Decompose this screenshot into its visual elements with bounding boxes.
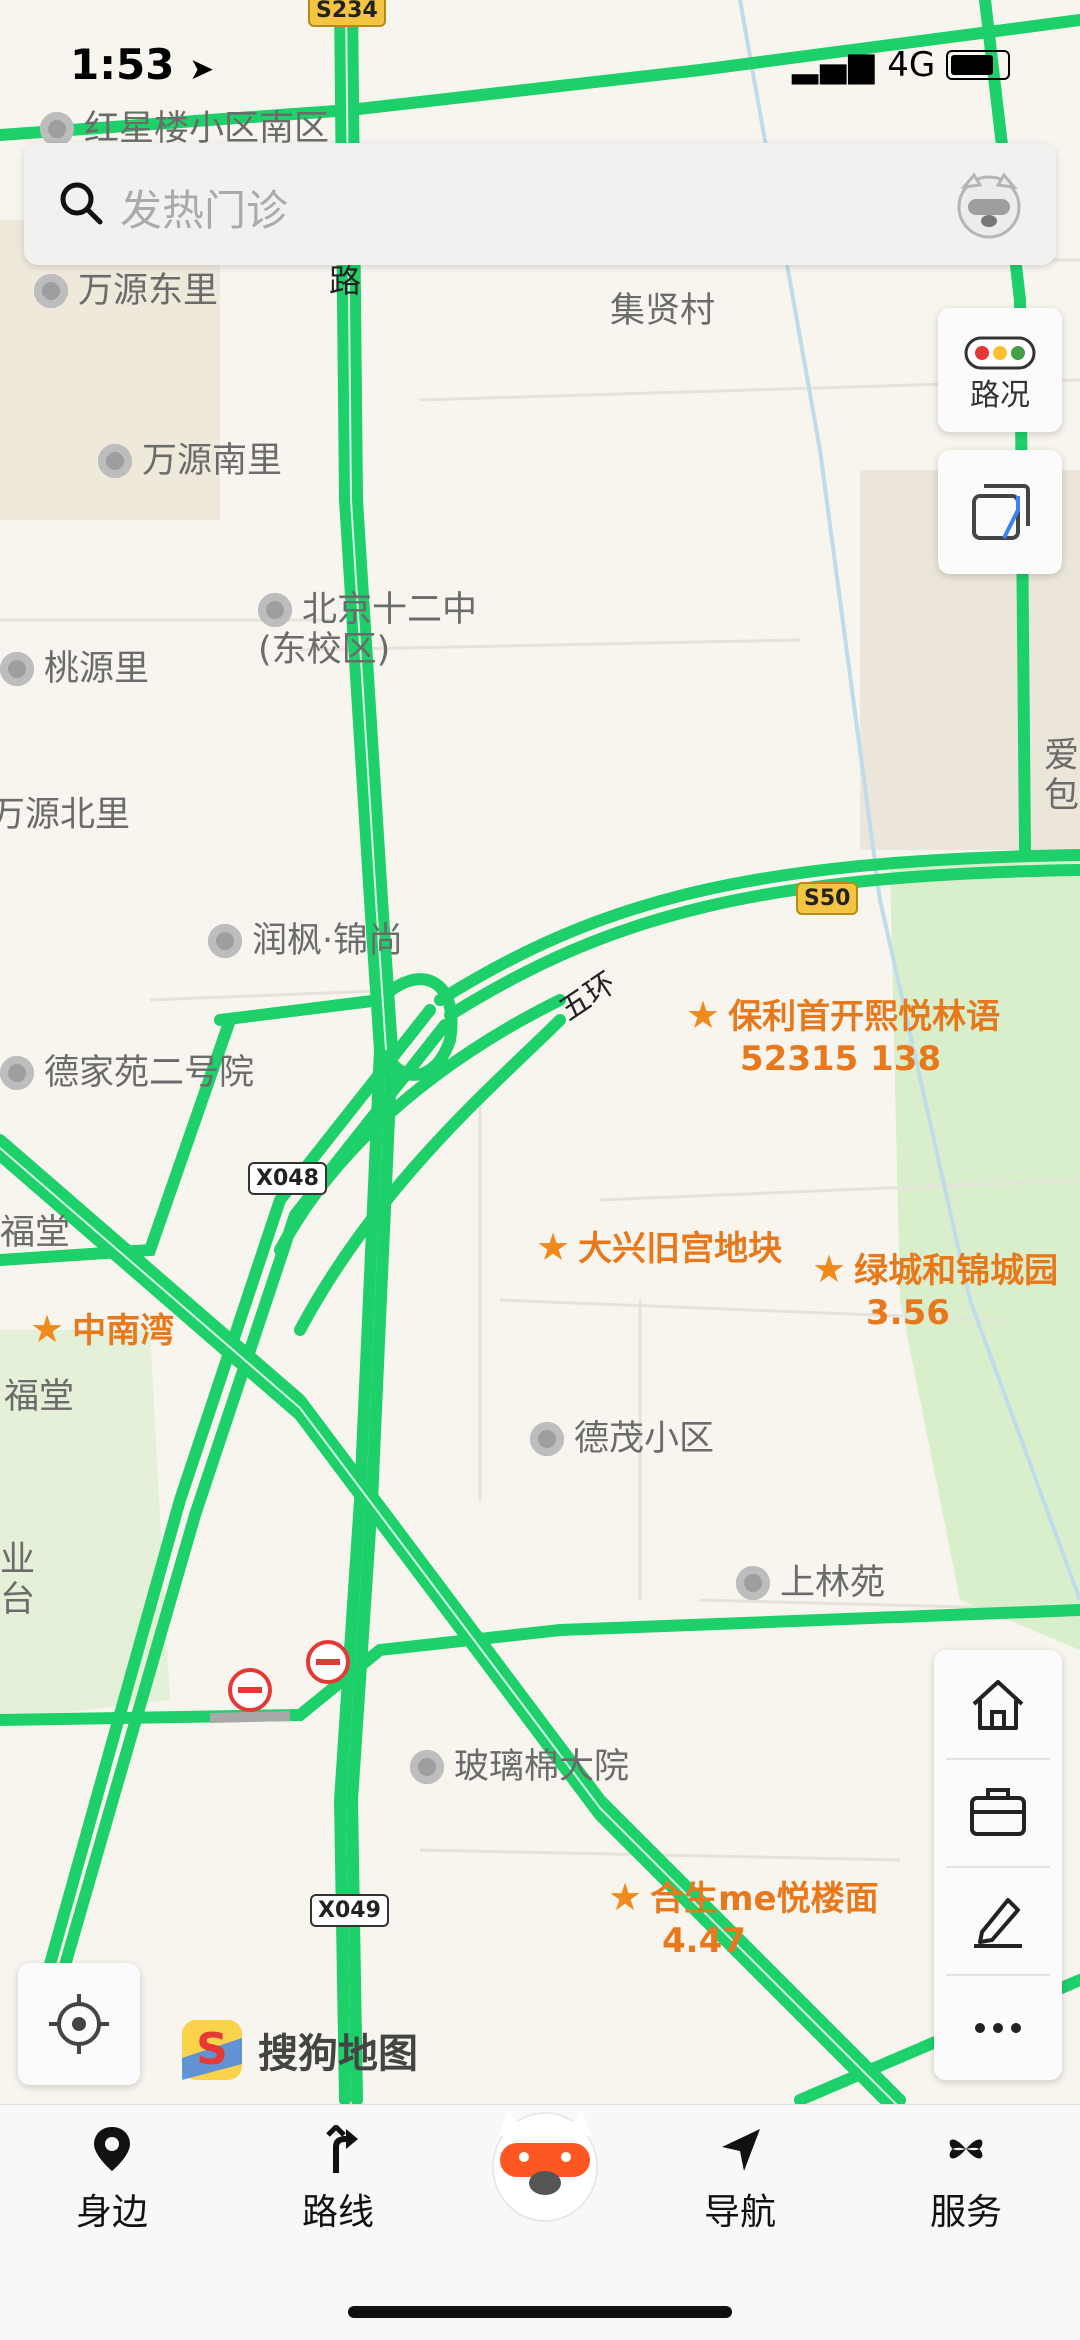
tab-label: 服务 [929,2192,1002,2233]
star-icon: ★ [812,1247,847,1291]
quick-tools-panel [934,1650,1062,2080]
center-mascot-button[interactable] [490,2097,600,2227]
road-closure-icon[interactable] [306,1640,350,1684]
poi-baoli[interactable]: ★ 保利首开熙悦林语 52315 138 [686,994,1000,1080]
navigate-icon [722,2129,760,2171]
poi-sub: 4.47 [662,1921,746,1961]
map-label-ye: 业 台 [0,1540,36,1620]
tab-label: 导航 [703,2192,776,2233]
star-icon: ★ [30,1307,65,1351]
status-bar: 1:53 ➤ ▂▄▆ 4G [0,0,1080,130]
battery-icon [946,50,1010,80]
svg-text:S: S [196,2024,228,2075]
map-label-runfeng[interactable]: 润枫·锦尚 [208,912,403,963]
tab-route[interactable]: 路线 [258,2123,418,2235]
poi-zhongnanwan[interactable]: ★ 中南湾 [30,1308,174,1352]
poi-name: 合生me悦楼面 [650,1879,879,1919]
star-icon: ★ [608,1875,643,1919]
edit-button[interactable] [934,1866,1062,1974]
brand-name: 搜狗地图 [258,2031,418,2077]
poi-name: 绿城和锦城园 [854,1251,1059,1291]
star-icon: ★ [686,993,721,1037]
company-button[interactable] [934,1758,1062,1866]
signal-icon: ▂▄▆ [791,45,877,85]
map-label-futang-2: 福堂 [4,1377,75,1417]
traffic-button[interactable]: 路况 [938,308,1062,432]
locate-button[interactable] [18,1963,140,2085]
poi-name: 保利首开熙悦林语 [728,997,1001,1037]
brand-logo: S 搜狗地图 [180,2018,418,2082]
location-arrow-icon: ➤ [189,52,215,87]
map-label-wanyuan-nanli[interactable]: 万源南里 [98,432,282,483]
search-icon [60,182,103,225]
map-label-ai: 爱 包 [1044,736,1080,816]
sogou-map-logo-icon: S [182,2020,242,2080]
services-icon [949,2139,983,2159]
map-label-shanglinyuan[interactable]: 上林苑 [736,1554,885,1605]
edit-icon [974,1898,1022,1948]
search-placeholder: 发热门诊 [120,186,289,235]
traffic-label: 路况 [970,378,1030,413]
more-icon [975,2023,1021,2033]
poi-daxing-jiugong[interactable]: ★ 大兴旧宫地块 [536,1226,782,1270]
poi-name: 大兴旧宫地块 [578,1229,783,1269]
pin-icon [94,2127,130,2171]
mascot-icon [492,2111,598,2222]
map-label-dejiayuan[interactable]: 德家苑二号院 [0,1044,254,1095]
poi-sub: 52315 138 [740,1039,942,1079]
road-shield-x048: X048 [248,1162,327,1195]
tab-navigation[interactable]: 导航 [660,2125,820,2235]
layers-icon [972,484,1030,540]
map-label-demao[interactable]: 德茂小区 [530,1410,714,1461]
home-indicator [348,2306,732,2318]
poi-hesheng[interactable]: ★ 合生me悦楼面 4.47 [608,1876,879,1962]
bottom-tab-bar: 身边 路线 导航 服务 [0,2104,1080,2340]
map-label-beijing-12[interactable]: 北京十二中 (东校区) [258,590,477,670]
poi-lvcheng[interactable]: ★ 绿城和锦城园 3.56 [812,1248,1058,1334]
tab-services[interactable]: 服务 [886,2125,1046,2235]
map-label-boliman[interactable]: 玻璃棉大院 [410,1738,629,1789]
search-bar[interactable]: 发热门诊 [24,143,1056,265]
road-shield-x049: X049 [310,1894,389,1927]
map-label-wanyuan-beili: 万源北里 [0,795,131,835]
tab-label: 路线 [301,2192,374,2233]
road-shield-s50: S50 [796,882,859,915]
status-network: ▂▄▆ 4G [792,45,1010,85]
tab-label: 身边 [75,2192,148,2233]
road-closure-icon[interactable] [228,1668,272,1712]
more-button[interactable] [934,1974,1062,2082]
traffic-light-icon [964,336,1036,370]
layers-button[interactable] [938,450,1062,574]
map-label-taoyuanli[interactable]: 桃源里 [0,640,149,691]
poi-name: 中南湾 [72,1311,175,1351]
map-canvas[interactable] [0,0,1080,2339]
tab-nearby[interactable]: 身边 [32,2125,192,2235]
map-label-futang-1: 福堂 [0,1213,71,1253]
map-label-wanyuan-dongli[interactable]: 万源东里 [34,262,218,313]
status-time: 1:53 ➤ [70,40,215,89]
route-icon [326,2123,358,2173]
home-button[interactable] [934,1650,1062,1758]
crosshair-icon [49,1994,109,2054]
voice-mascot-icon[interactable] [950,165,1028,243]
home-icon [972,1680,1024,1730]
briefcase-icon [970,1788,1026,1836]
map-label-jixiancun: 集贤村 [610,291,716,331]
star-icon: ★ [536,1225,571,1269]
poi-sub: 3.56 [866,1293,950,1333]
